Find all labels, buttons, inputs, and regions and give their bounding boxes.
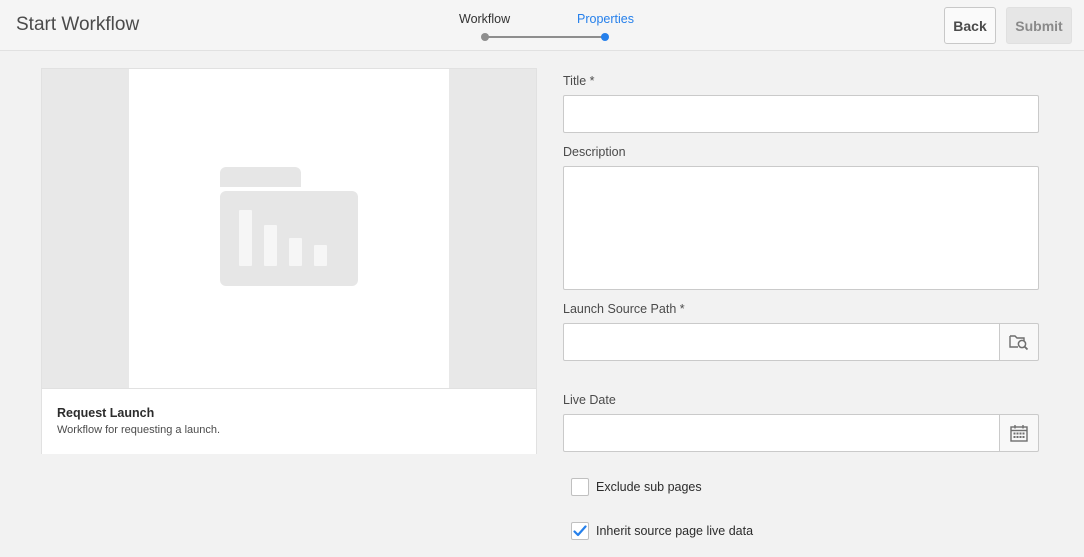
workflow-card: Request Launch Workflow for requesting a…	[41, 68, 537, 454]
card-title: Request Launch	[57, 406, 155, 420]
card-thumbnail	[42, 69, 536, 388]
live-date-input[interactable]	[563, 414, 1000, 452]
folder-search-icon	[1009, 335, 1029, 351]
launch-source-path-input[interactable]	[563, 323, 1000, 361]
step-workflow[interactable]: Workflow	[459, 12, 510, 26]
launch-source-path-label: Launch Source Path *	[563, 302, 685, 316]
inherit-live-data-checkbox[interactable]	[571, 522, 589, 540]
submit-button[interactable]: Submit	[1006, 7, 1072, 44]
back-button[interactable]: Back	[944, 7, 996, 44]
step-workflow-dot	[481, 33, 489, 41]
page-title: Start Workflow	[16, 14, 140, 35]
browse-path-button[interactable]	[999, 323, 1039, 361]
description-textarea[interactable]	[563, 166, 1039, 290]
header-bar: Start Workflow Workflow Properties Back …	[0, 0, 1084, 51]
step-properties[interactable]: Properties	[577, 12, 634, 26]
exclude-sub-pages-label: Exclude sub pages	[596, 480, 702, 494]
card-footer: Request Launch Workflow for requesting a…	[42, 388, 536, 454]
calendar-icon	[1010, 425, 1028, 442]
step-properties-dot	[601, 33, 609, 41]
checkmark-icon	[573, 525, 587, 537]
title-input[interactable]	[563, 95, 1039, 133]
card-description: Workflow for requesting a launch.	[57, 424, 221, 436]
description-label: Description	[563, 145, 626, 159]
step-progress-line	[485, 36, 605, 38]
date-picker-button[interactable]	[999, 414, 1039, 452]
exclude-sub-pages-checkbox[interactable]	[571, 478, 589, 496]
inherit-live-data-label: Inherit source page live data	[596, 524, 754, 538]
folder-chart-icon	[129, 69, 449, 388]
title-label: Title *	[563, 74, 595, 88]
live-date-label: Live Date	[563, 393, 616, 407]
